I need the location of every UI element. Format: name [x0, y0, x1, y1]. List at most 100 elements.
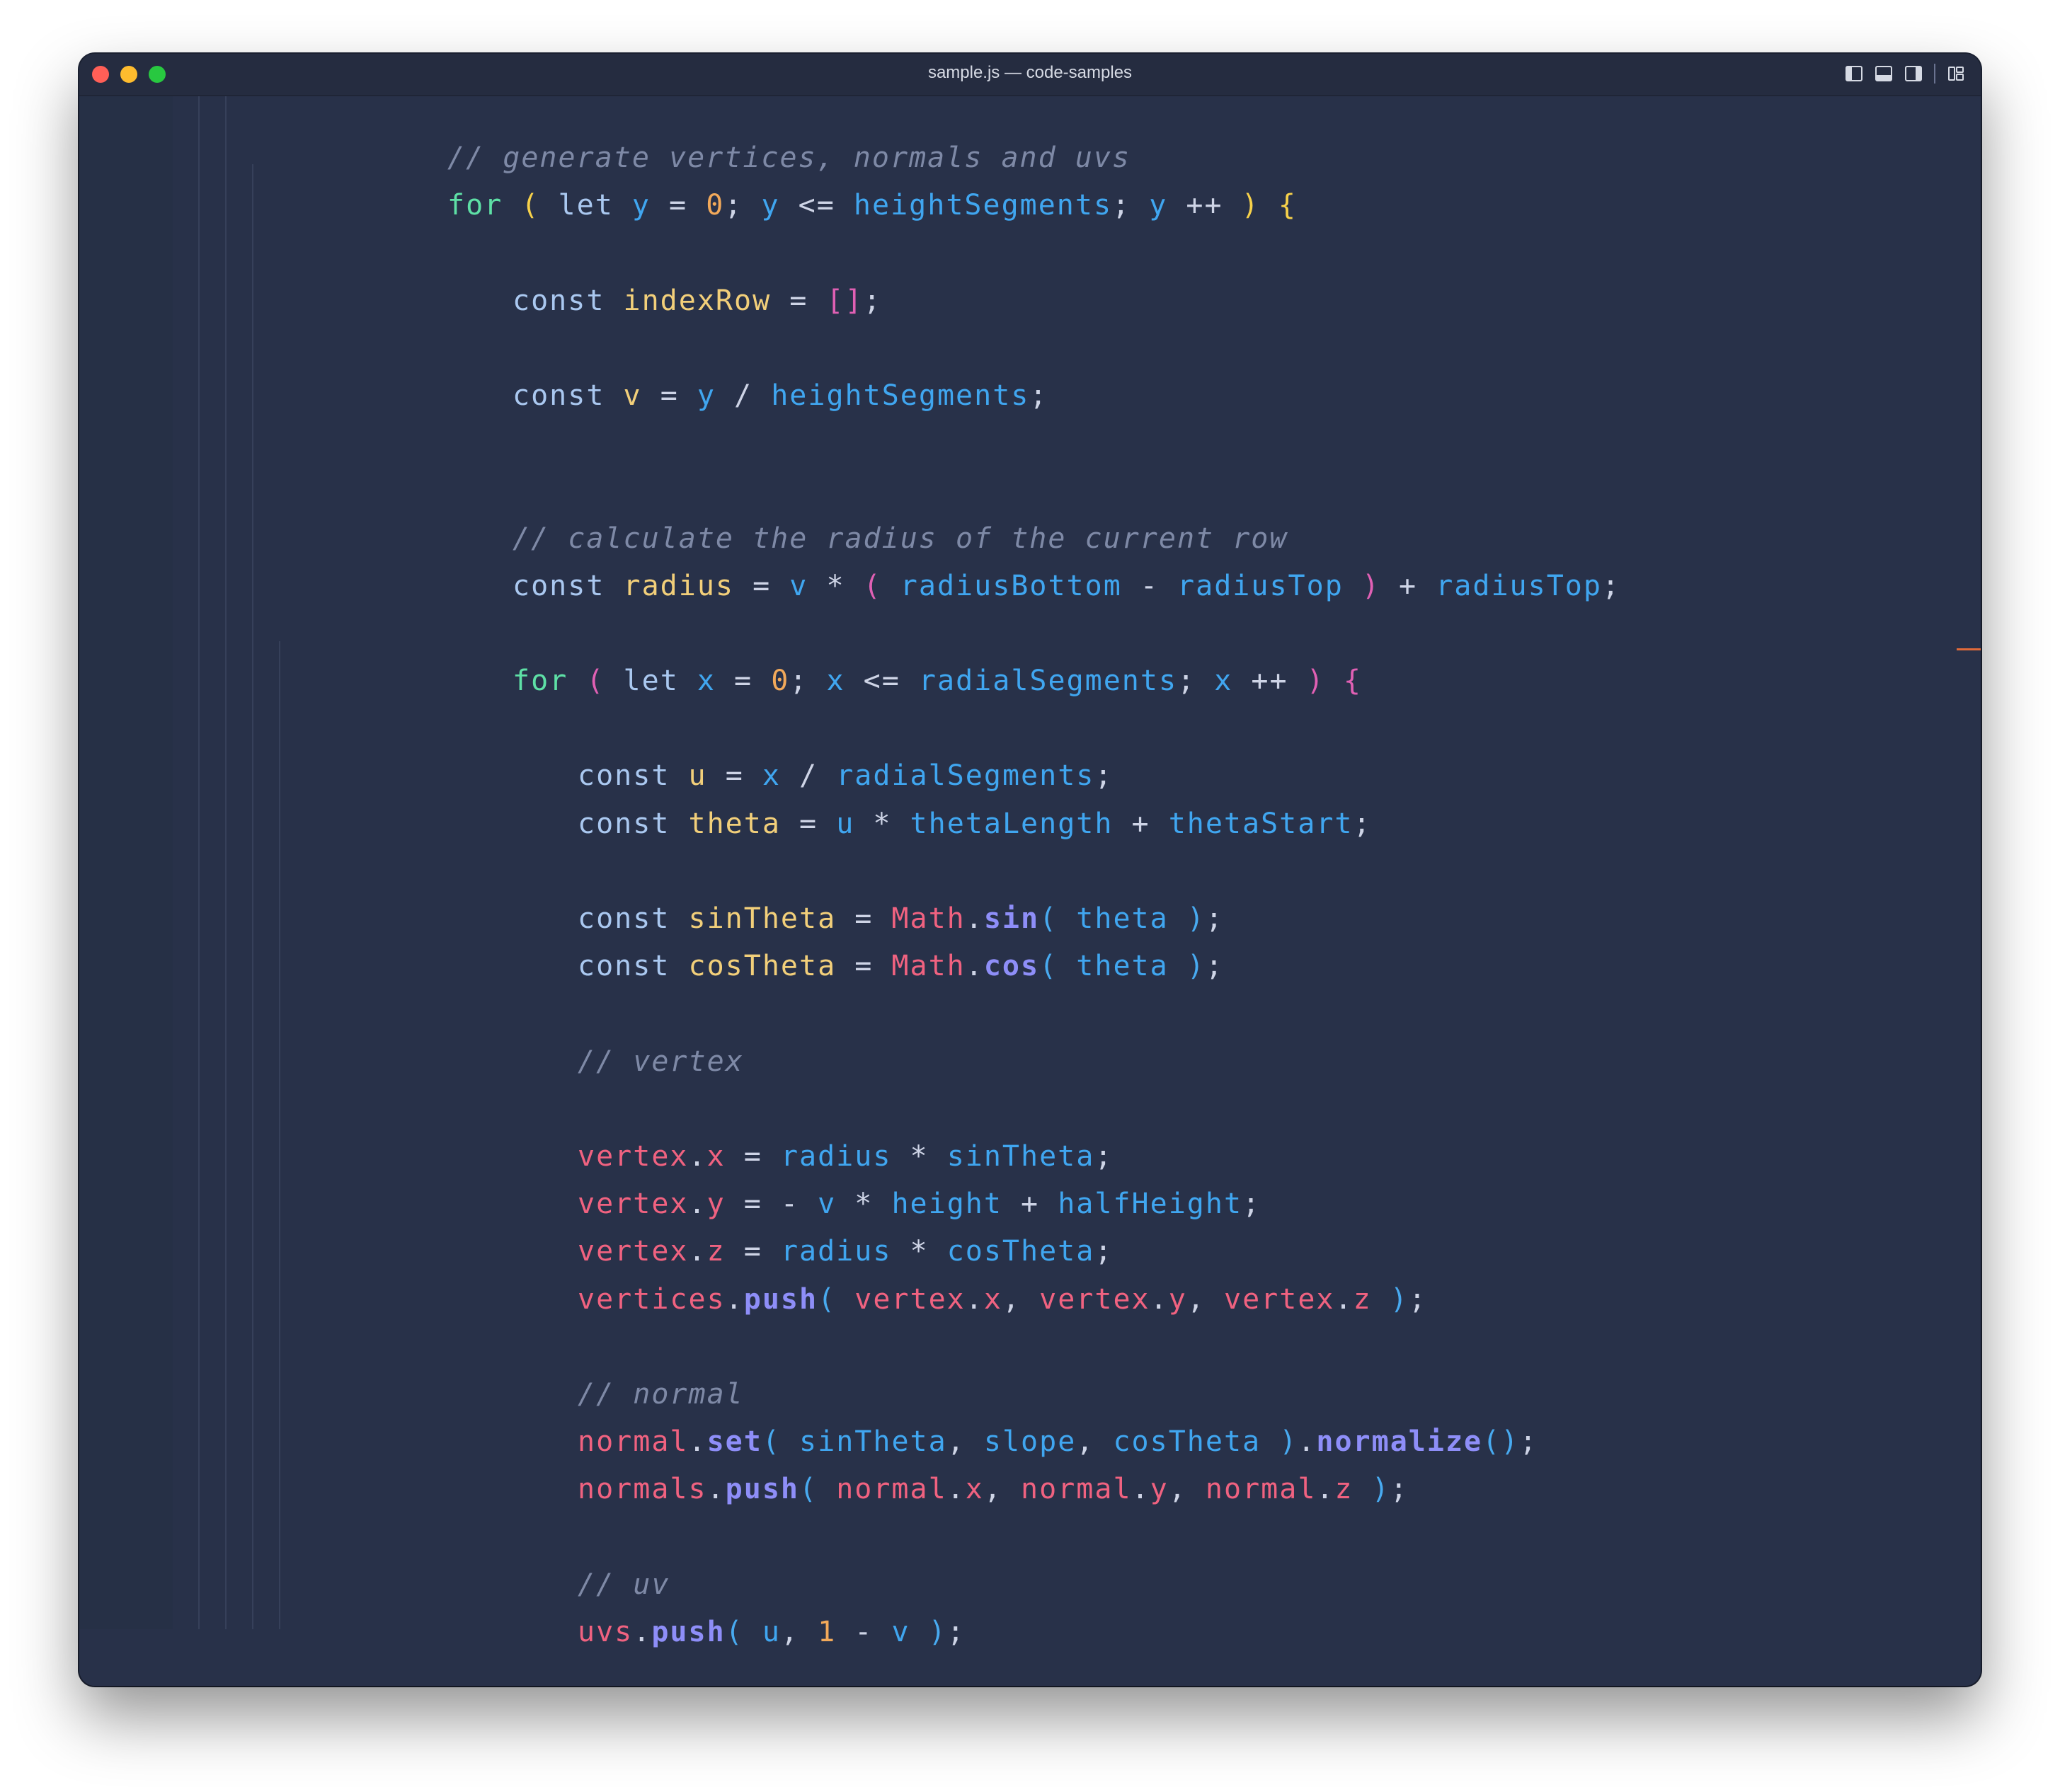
code-token: y: [1168, 1282, 1187, 1316]
code-token: /: [715, 379, 772, 412]
code-line[interactable]: normals.push( normal.x, normal.y, normal…: [79, 1466, 1981, 1513]
code-line[interactable]: vertex.x = radius * sinTheta;: [79, 1133, 1981, 1181]
code-token: ;: [1094, 1235, 1114, 1268]
code-line[interactable]: [79, 1323, 1981, 1371]
code-token: /: [780, 759, 837, 793]
code-line[interactable]: [79, 1513, 1981, 1561]
code-token: (: [818, 1282, 837, 1316]
code-line[interactable]: const theta = u * thetaLength + thetaSta…: [79, 800, 1981, 848]
code-line[interactable]: const cosTheta = Math.cos( theta );: [79, 943, 1981, 990]
code-token: +: [1380, 569, 1436, 602]
code-editor[interactable]: // generate vertices, normals and uvs for…: [79, 96, 1981, 1686]
code-token: theta: [1076, 902, 1169, 935]
code-line[interactable]: // vertex: [79, 1038, 1981, 1086]
code-token: thetaStart: [1168, 807, 1354, 840]
code-token: halfHeight: [1058, 1188, 1243, 1221]
code-token: vertex: [1223, 1282, 1335, 1316]
code-token: []: [826, 284, 864, 317]
code-token: normal: [1021, 1473, 1132, 1506]
code-content[interactable]: // generate vertices, normals and uvs for…: [79, 134, 1981, 1656]
code-token: (: [799, 1473, 818, 1506]
code-token: radius: [780, 1139, 892, 1173]
code-token: const: [513, 284, 605, 317]
code-token: x: [965, 1473, 984, 1506]
code-token: =: [725, 1139, 781, 1173]
code-line[interactable]: const u = x / radialSegments;: [79, 752, 1981, 800]
code-line[interactable]: // calculate the radius of the current r…: [79, 515, 1981, 563]
code-line[interactable]: vertices.push( vertex.x, vertex.y, verte…: [79, 1276, 1981, 1323]
code-token: .: [1131, 1473, 1150, 1506]
code-token: .: [706, 1473, 726, 1506]
code-token: (: [521, 189, 540, 222]
toggle-secondary-sidebar-icon[interactable]: [1904, 64, 1923, 83]
code-token: *: [891, 1235, 947, 1268]
code-line[interactable]: uvs.push( u, 1 - v );: [79, 1609, 1981, 1656]
code-line[interactable]: [79, 420, 1981, 467]
code-token: y: [631, 189, 651, 222]
code-token: let: [623, 665, 679, 698]
code-token: ;: [724, 189, 762, 222]
code-line[interactable]: normal.set( sinTheta, slope, cosTheta ).…: [79, 1418, 1981, 1466]
code-line[interactable]: [79, 1086, 1981, 1133]
code-token: v: [789, 569, 808, 602]
code-token: ): [928, 1615, 947, 1648]
toggle-panel-icon[interactable]: [1875, 64, 1893, 83]
code-token: cosTheta: [688, 950, 837, 983]
code-line[interactable]: vertex.z = radius * cosTheta;: [79, 1228, 1981, 1275]
code-token: .: [965, 950, 984, 983]
code-line[interactable]: [79, 705, 1981, 752]
code-token: *: [808, 569, 864, 602]
code-line[interactable]: vertex.y = - v * height + halfHeight;: [79, 1181, 1981, 1228]
code-line[interactable]: const indexRow = [];: [79, 277, 1981, 325]
code-token: // calculate the radius of the current r…: [513, 522, 1288, 555]
code-token: <=: [779, 189, 854, 222]
code-line[interactable]: // normal: [79, 1371, 1981, 1418]
code-token: (: [586, 665, 605, 698]
code-line[interactable]: // uv: [79, 1561, 1981, 1609]
code-line[interactable]: [79, 610, 1981, 657]
title-bar: sample.js — code-samples: [79, 54, 1981, 96]
code-token: =: [715, 665, 772, 698]
code-line[interactable]: const radius = v * ( radiusBottom - radi…: [79, 563, 1981, 610]
code-token: heightSegments: [771, 379, 1030, 412]
customize-layout-icon[interactable]: [1947, 64, 1965, 83]
code-token: vertex: [1039, 1282, 1150, 1316]
code-token: (: [1039, 950, 1058, 983]
toggle-primary-sidebar-icon[interactable]: [1845, 64, 1863, 83]
code-token: sinTheta: [946, 1139, 1095, 1173]
code-token: radialSegments: [836, 759, 1095, 793]
code-token: =: [771, 284, 827, 317]
code-token: ,: [983, 1473, 1022, 1506]
code-line[interactable]: for ( let x = 0; x <= radialSegments; x …: [79, 657, 1981, 705]
code-token: set: [706, 1425, 762, 1459]
code-line[interactable]: [79, 848, 1981, 895]
code-token: ;: [1094, 759, 1114, 793]
code-token: vertex: [578, 1188, 689, 1221]
code-token: cos: [983, 950, 1040, 983]
code-token: 0: [771, 665, 790, 698]
code-line[interactable]: [79, 990, 1981, 1038]
code-line[interactable]: [79, 325, 1981, 372]
code-line[interactable]: for ( let y = 0; y <= heightSegments; y …: [79, 182, 1981, 229]
code-line[interactable]: // generate vertices, normals and uvs: [79, 134, 1981, 182]
code-token: .: [946, 1473, 966, 1506]
code-token: .: [1298, 1425, 1317, 1459]
code-token: ): [1186, 950, 1206, 983]
code-token: .: [688, 1425, 707, 1459]
code-line[interactable]: [79, 229, 1981, 277]
code-token: *: [891, 1139, 947, 1173]
code-token: *: [836, 1188, 892, 1221]
code-line[interactable]: const v = y / heightSegments;: [79, 372, 1981, 420]
code-token: z: [706, 1235, 726, 1268]
code-line[interactable]: const sinTheta = Math.sin( theta );: [79, 895, 1981, 943]
code-line[interactable]: [79, 467, 1981, 515]
